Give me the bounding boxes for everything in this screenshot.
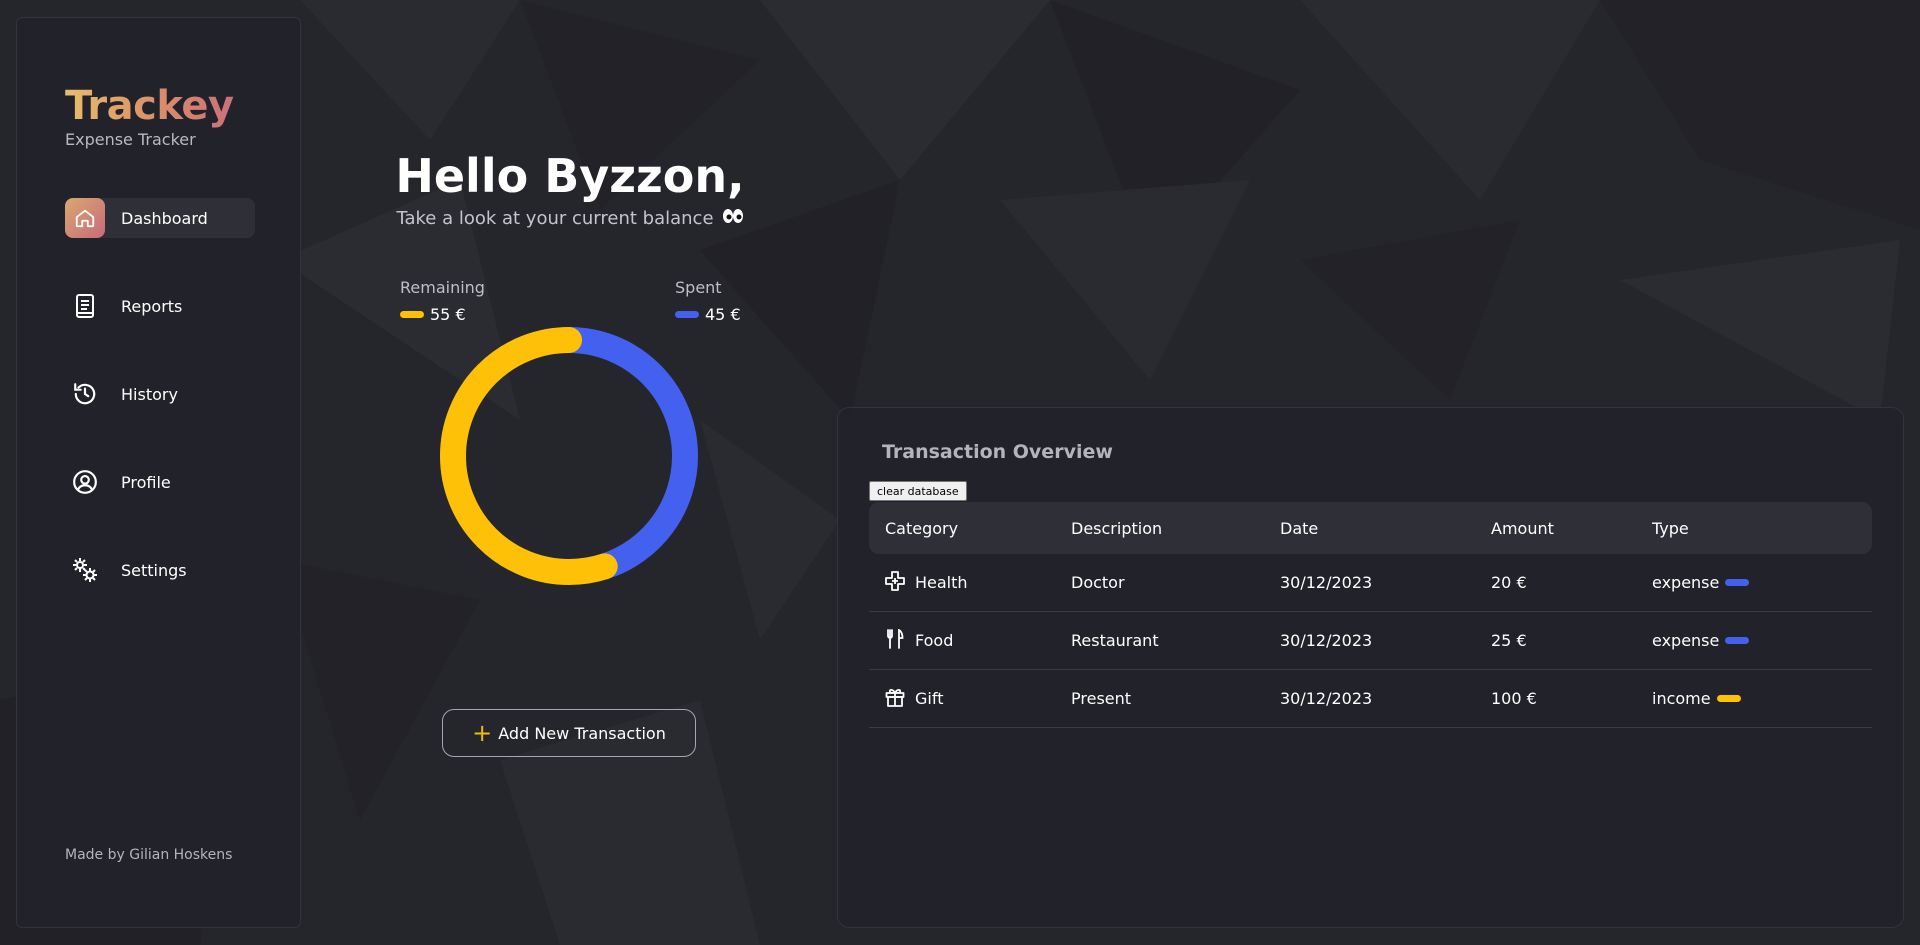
sidebar-item-label: Reports <box>121 296 183 316</box>
gift-icon <box>885 687 905 711</box>
panel-title: Transaction Overview <box>882 441 1113 463</box>
legend-spent-value-row: 45 € <box>675 305 741 324</box>
legend-spent-swatch <box>675 311 699 318</box>
type-label: expense <box>1652 573 1720 592</box>
add-transaction-label: Add New Transaction <box>498 723 666 743</box>
sidebar-item-dashboard[interactable]: Dashboard <box>65 198 255 238</box>
cell-description: Present <box>1071 689 1132 708</box>
brand-tagline: Expense Tracker <box>65 130 196 149</box>
health-cross-icon <box>885 570 905 595</box>
greeting: Hello Byzzon, Take a look at your curren… <box>360 148 780 229</box>
brand: Trackey Expense Tracker <box>65 84 234 149</box>
table-row[interactable]: Food Restaurant 30/12/2023 25 € expense <box>869 612 1872 670</box>
type-label: income <box>1652 689 1711 708</box>
brand-title: Trackey <box>65 83 234 129</box>
balance-donut-chart <box>440 327 698 585</box>
legend-spent: Spent 45 € <box>675 278 741 324</box>
legend-remaining-label: Remaining <box>400 278 485 297</box>
table-header: Category Description Date Amount Type <box>869 502 1872 554</box>
sidebar-item-label: Dashboard <box>121 208 208 228</box>
report-icon <box>65 286 105 326</box>
subtitle: Take a look at your current balance <box>396 208 714 229</box>
cell-description: Restaurant <box>1071 631 1159 650</box>
type-indicator <box>1725 637 1750 644</box>
clear-database-button[interactable]: clear database <box>869 481 967 501</box>
table-row[interactable]: Gift Present 30/12/2023 100 € income <box>869 670 1872 728</box>
legend-remaining-value-row: 55 € <box>400 305 485 324</box>
cell-amount: 20 € <box>1491 573 1527 592</box>
cell-amount: 100 € <box>1491 689 1537 708</box>
cell-date: 30/12/2023 <box>1280 573 1373 592</box>
sidebar-item-history[interactable]: History <box>65 374 255 414</box>
cell-amount: 25 € <box>1491 631 1527 650</box>
table-row[interactable]: Health Doctor 30/12/2023 20 € expense <box>869 554 1872 612</box>
sidebar-nav: Dashboard Reports History Profile Settin… <box>65 198 255 638</box>
home-icon <box>65 198 105 238</box>
legend-remaining-swatch <box>400 311 424 318</box>
subtitle-row: Take a look at your current balance <box>360 208 780 229</box>
sidebar-item-label: Profile <box>121 472 171 492</box>
sidebar: Trackey Expense Tracker Dashboard Report… <box>16 17 301 928</box>
sidebar-item-settings[interactable]: Settings <box>65 550 255 590</box>
sidebar-item-profile[interactable]: Profile <box>65 462 255 502</box>
cell-type: expense <box>1652 631 1872 650</box>
eyes-icon <box>722 208 744 229</box>
column-header-amount: Amount <box>1491 518 1554 538</box>
cell-date: 30/12/2023 <box>1280 631 1373 650</box>
fork-knife-icon <box>885 627 905 653</box>
column-header-description: Description <box>1071 518 1163 538</box>
category-label: Health <box>915 573 968 592</box>
column-header-date: Date <box>1280 518 1319 538</box>
legend-spent-label: Spent <box>675 278 722 297</box>
profile-icon <box>65 462 105 502</box>
column-header-type: Type <box>1652 518 1689 538</box>
plus-icon: + <box>472 719 493 747</box>
add-transaction-button[interactable]: + Add New Transaction <box>442 709 696 757</box>
type-indicator <box>1716 695 1741 702</box>
cell-category: Food <box>869 627 1071 653</box>
sidebar-item-reports[interactable]: Reports <box>65 286 255 326</box>
cell-description: Doctor <box>1071 573 1125 592</box>
sidebar-item-label: Settings <box>121 560 187 580</box>
cell-date: 30/12/2023 <box>1280 689 1373 708</box>
cell-category: Health <box>869 570 1071 595</box>
column-header-category: Category <box>885 518 959 538</box>
cell-type: income <box>1652 689 1872 708</box>
type-indicator <box>1725 579 1750 586</box>
type-label: expense <box>1652 631 1720 650</box>
category-label: Gift <box>915 689 944 708</box>
settings-icon <box>65 550 105 590</box>
credits: Made by Gilian Hoskens <box>65 847 233 863</box>
legend-remaining: Remaining 55 € <box>400 278 485 324</box>
legend-spent-value: 45 € <box>705 305 741 324</box>
transaction-table: Category Description Date Amount Type He… <box>869 502 1872 728</box>
legend-remaining-value: 55 € <box>430 305 466 324</box>
page-title: Hello Byzzon, <box>395 149 745 203</box>
category-label: Food <box>915 631 954 650</box>
cell-type: expense <box>1652 573 1872 592</box>
transaction-panel: Transaction Overview clear database Cate… <box>837 407 1904 928</box>
cell-category: Gift <box>869 687 1071 711</box>
history-icon <box>65 374 105 414</box>
sidebar-item-label: History <box>121 384 178 404</box>
